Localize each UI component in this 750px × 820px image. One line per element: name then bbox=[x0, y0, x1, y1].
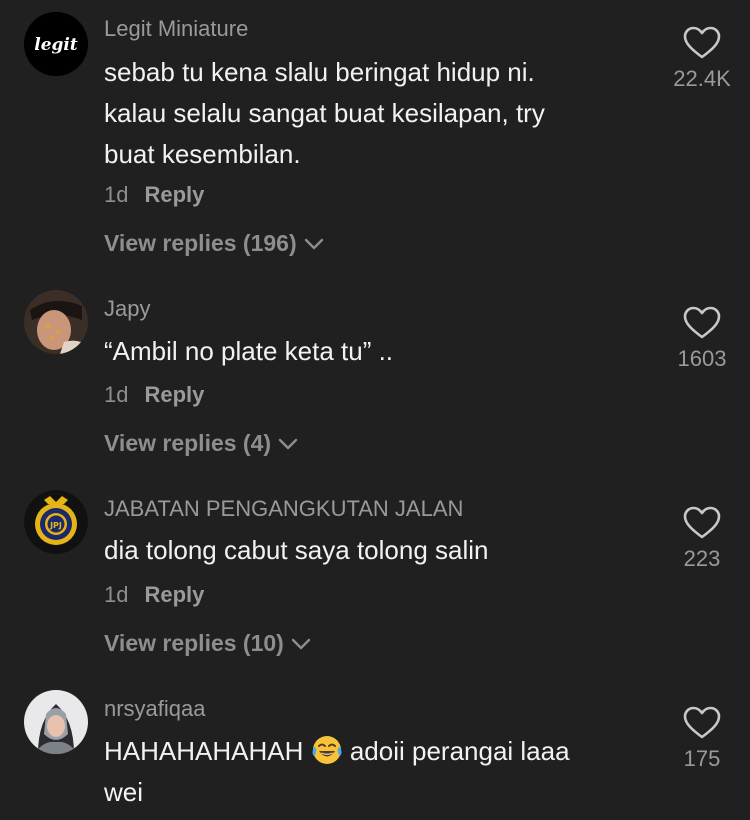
heart-icon bbox=[683, 26, 721, 59]
comment-line-part: HAHAHAHAHAH bbox=[104, 736, 304, 766]
like-count: 175 bbox=[683, 746, 721, 771]
like-count: 22.4K bbox=[673, 66, 731, 91]
like-count: 223 bbox=[683, 546, 721, 571]
comment-meta: 1d Reply bbox=[104, 182, 204, 208]
svg-text:JPJ: JPJ bbox=[49, 521, 62, 530]
comment-text: HAHAHAHAHAH adoii perangai laaa wei bbox=[104, 731, 644, 813]
username[interactable]: nrsyafiqaa bbox=[104, 696, 206, 722]
heart-icon bbox=[683, 306, 721, 339]
legit-logo-icon: legit bbox=[24, 12, 88, 76]
comment-line: buat kesembilan. bbox=[104, 139, 301, 169]
comment-line-part: adoii perangai laaa bbox=[342, 736, 570, 766]
avatar-japy[interactable] bbox=[24, 290, 88, 354]
view-replies-label: View replies (196) bbox=[104, 230, 297, 256]
comment-line: sebab tu kena slalu beringat hidup ni. bbox=[104, 57, 535, 87]
avatar-nrsyafiqaa[interactable] bbox=[24, 690, 88, 754]
timestamp: 1d bbox=[104, 382, 129, 407]
comment-text: dia tolong cabut saya tolong salin bbox=[104, 530, 644, 571]
heart-icon bbox=[683, 506, 721, 539]
view-replies-label: View replies (10) bbox=[104, 630, 284, 656]
chevron-down-icon bbox=[291, 638, 311, 649]
avatar-photo-icon bbox=[24, 290, 88, 354]
like-button[interactable]: 223 bbox=[660, 506, 744, 572]
tears-of-joy-emoji-icon bbox=[312, 736, 342, 764]
like-button[interactable]: 1603 bbox=[660, 306, 744, 372]
comment-line: “Ambil no plate keta tu” .. bbox=[104, 336, 394, 366]
avatar-photo-icon bbox=[24, 690, 88, 754]
view-replies-button[interactable]: View replies (196) bbox=[104, 230, 325, 257]
username[interactable]: JABATAN PENGANGKUTAN JALAN bbox=[104, 496, 463, 522]
username[interactable]: Legit Miniature bbox=[104, 16, 248, 42]
comment-line: dia tolong cabut saya tolong salin bbox=[104, 535, 489, 565]
comment-text: sebab tu kena slalu beringat hidup ni. k… bbox=[104, 52, 644, 175]
like-button[interactable]: 22.4K bbox=[660, 26, 744, 92]
comment-line: HAHAHAHAHAH adoii perangai laaa bbox=[104, 731, 644, 772]
username[interactable]: Japy bbox=[104, 296, 150, 322]
chevron-down-icon bbox=[304, 238, 323, 249]
view-replies-button[interactable]: View replies (4) bbox=[104, 430, 299, 457]
comment-line: kalau selalu sangat buat kesilapan, try bbox=[104, 98, 545, 128]
like-count: 1603 bbox=[677, 346, 727, 371]
svg-text:legit: legit bbox=[34, 35, 78, 55]
avatar-jpj[interactable]: JPJ bbox=[24, 490, 88, 554]
view-replies-label: View replies (4) bbox=[104, 430, 272, 456]
view-replies-button[interactable]: View replies (10) bbox=[104, 630, 312, 657]
reply-button[interactable]: Reply bbox=[144, 382, 204, 407]
comment-line: wei bbox=[104, 777, 144, 807]
chevron-down-icon bbox=[278, 438, 298, 449]
like-button[interactable]: 175 bbox=[660, 706, 744, 772]
comment-meta: 1d Reply bbox=[104, 382, 204, 408]
comment-text: “Ambil no plate keta tu” .. bbox=[104, 331, 644, 372]
timestamp: 1d bbox=[104, 182, 129, 207]
timestamp: 1d bbox=[104, 582, 129, 607]
reply-button[interactable]: Reply bbox=[144, 182, 204, 207]
jpj-logo-icon: JPJ bbox=[24, 490, 88, 554]
reply-button[interactable]: Reply bbox=[144, 582, 204, 607]
heart-icon bbox=[683, 706, 721, 739]
comment-meta: 1d Reply bbox=[104, 582, 204, 608]
avatar-legit[interactable]: legit bbox=[24, 12, 88, 76]
